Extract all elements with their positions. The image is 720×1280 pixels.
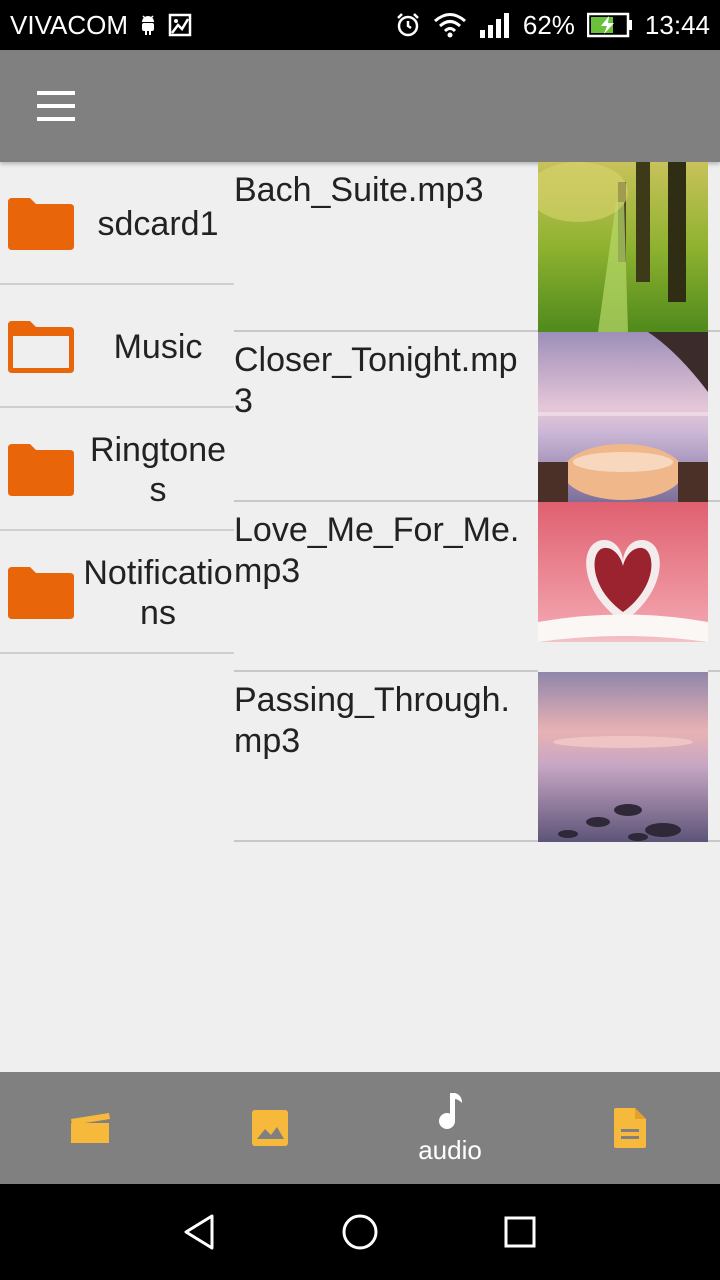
file-name: Closer_Tonight.mp3 xyxy=(234,341,518,420)
back-triangle-icon xyxy=(184,1214,214,1250)
lake-stones-thumbnail xyxy=(538,672,708,842)
recents-square-icon xyxy=(504,1216,536,1248)
tab-audio[interactable]: audio xyxy=(360,1072,540,1184)
file-name: Passing_Through.mp3 xyxy=(234,681,510,760)
file-item[interactable]: Love_Me_For_Me.mp3 xyxy=(234,502,720,672)
folder-label: sdcard1 xyxy=(97,204,219,243)
home-button[interactable] xyxy=(330,1202,390,1262)
status-bar: VIVACOM 62% 13:44 xyxy=(0,0,720,50)
home-circle-icon xyxy=(342,1214,378,1250)
folder-item-music[interactable]: Music xyxy=(0,285,234,408)
file-name: Love_Me_For_Me.mp3 xyxy=(234,511,520,590)
tab-label-audio: audio xyxy=(418,1134,482,1165)
image-notification-icon xyxy=(168,13,192,37)
tab-document[interactable] xyxy=(540,1072,720,1184)
clock: 13:44 xyxy=(644,9,710,40)
sunset-table-thumbnail xyxy=(538,332,708,502)
file-item[interactable]: Closer_Tonight.mp3 xyxy=(234,332,720,502)
file-item[interactable]: Passing_Through.mp3 xyxy=(234,672,720,842)
tab-image[interactable] xyxy=(180,1072,360,1184)
folder-item-sdcard1[interactable]: sdcard1 xyxy=(0,162,234,285)
file-name: Bach_Suite.mp3 xyxy=(234,171,484,209)
bottom-tab-bar: audio xyxy=(0,1072,720,1184)
image-icon xyxy=(252,1110,288,1146)
carrier-label: VIVACOM xyxy=(10,9,128,40)
folder-label: Ringtones xyxy=(89,430,227,509)
folder-filled-icon xyxy=(8,198,74,250)
back-button[interactable] xyxy=(170,1202,230,1262)
music-note-icon xyxy=(439,1092,462,1129)
video-clapper-icon xyxy=(71,1113,110,1143)
document-icon xyxy=(614,1108,646,1148)
hamburger-menu-icon[interactable] xyxy=(26,82,86,130)
folder-label: Notifications xyxy=(83,553,233,632)
folder-label: Music xyxy=(113,327,203,366)
folder-list: sdcard1 Music Ringtones Notifications xyxy=(0,162,234,654)
folder-filled-icon xyxy=(8,567,74,619)
file-list: Bach_Suite.mp3 Closer_Tonight.mp3 Love_M… xyxy=(234,162,720,842)
folder-filled-icon xyxy=(8,444,74,496)
android-debug-icon xyxy=(138,14,158,36)
wifi-icon xyxy=(433,12,467,38)
tree-path-thumbnail xyxy=(538,162,708,332)
recents-button[interactable] xyxy=(490,1202,550,1262)
content-area: sdcard1 Music Ringtones Notifications Ba… xyxy=(0,162,720,1072)
signal-icon xyxy=(479,12,511,38)
alarm-icon xyxy=(395,12,421,38)
battery-percent: 62% xyxy=(522,9,575,40)
file-item[interactable]: Bach_Suite.mp3 xyxy=(234,162,720,332)
folder-open-icon xyxy=(8,321,74,373)
system-nav-bar xyxy=(0,1184,720,1280)
folder-item-ringtones[interactable]: Ringtones xyxy=(0,408,234,531)
app-bar xyxy=(0,50,720,162)
battery-charging-icon xyxy=(586,12,633,38)
folder-item-notifications[interactable]: Notifications xyxy=(0,531,234,654)
heart-book-thumbnail xyxy=(538,502,708,672)
tab-video[interactable] xyxy=(0,1072,180,1184)
